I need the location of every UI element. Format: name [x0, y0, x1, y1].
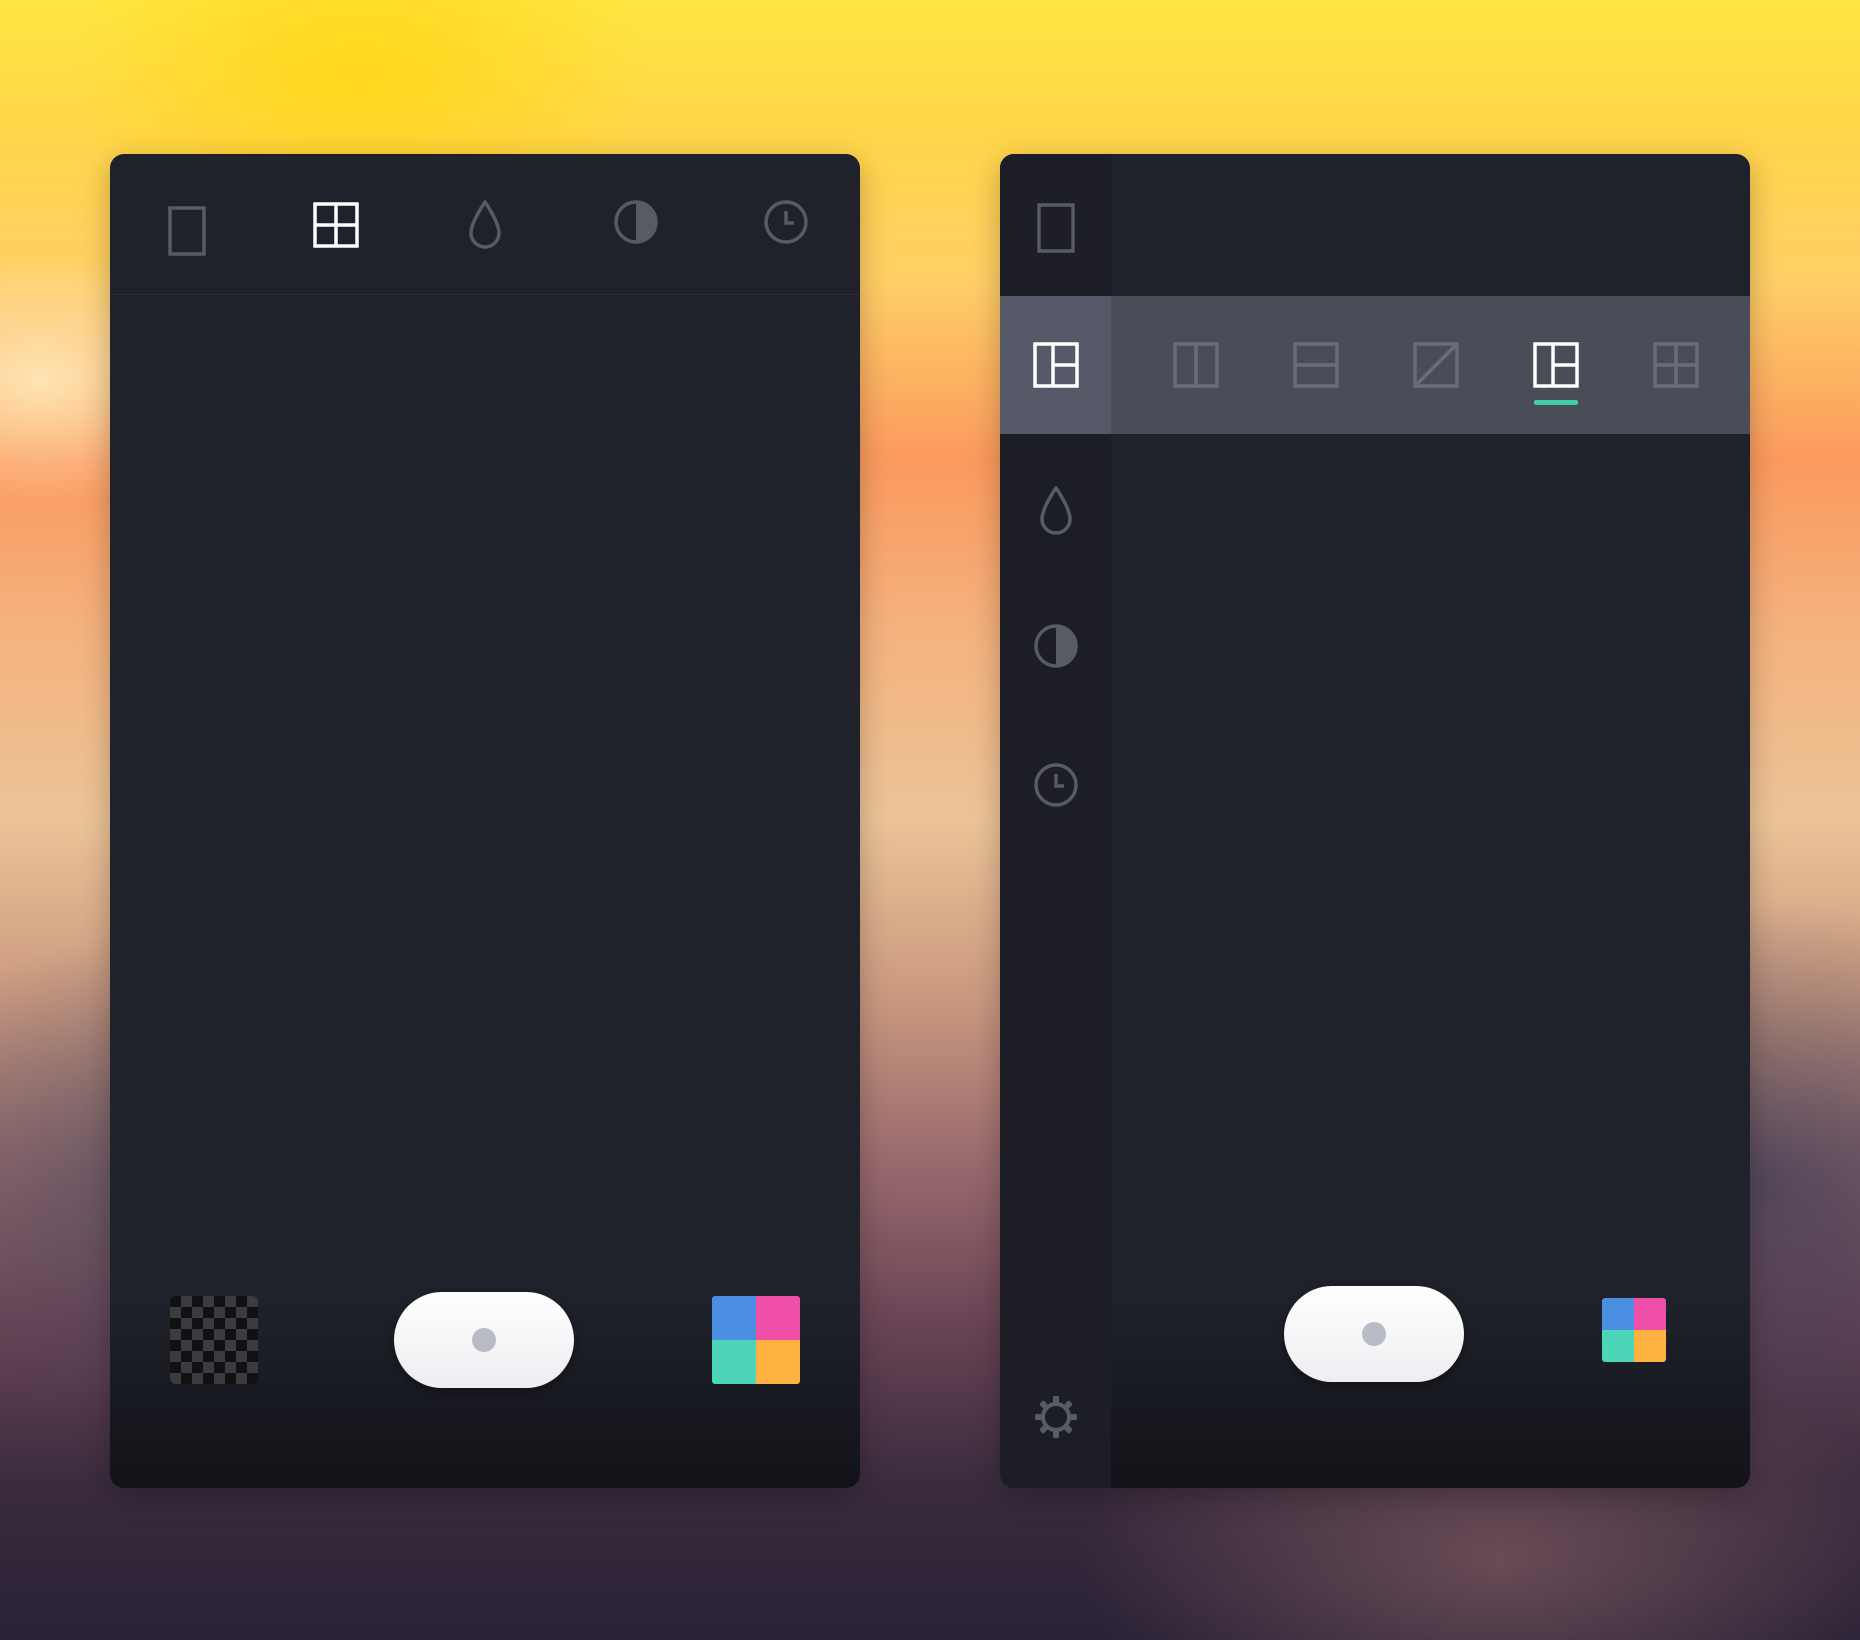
portrait-frame-icon[interactable] — [1036, 202, 1076, 254]
palette-swatch-teal — [1602, 1330, 1634, 1362]
layout-grid-2x2-icon[interactable] — [1653, 342, 1699, 388]
capture-button[interactable] — [1284, 1286, 1464, 1382]
checkerboard-thumbnail[interactable] — [170, 1296, 258, 1384]
contrast-icon[interactable] — [613, 199, 659, 245]
camera-panel-left — [110, 154, 860, 1488]
selected-layout-indicator — [1534, 400, 1578, 405]
droplet-icon[interactable] — [466, 198, 504, 252]
layout-options-bar — [1000, 296, 1750, 434]
grid-2x2-icon[interactable] — [313, 202, 359, 248]
active-mode-cell[interactable] — [1000, 296, 1111, 434]
capture-dot — [472, 1328, 496, 1352]
color-palette-icon[interactable] — [1602, 1298, 1666, 1362]
palette-swatch-blue — [1602, 1298, 1634, 1330]
mode-toolbar — [110, 154, 860, 295]
palette-swatch-orange — [756, 1340, 800, 1384]
palette-swatch-pink — [756, 1296, 800, 1340]
clock-icon[interactable] — [1033, 762, 1079, 808]
gear-icon[interactable] — [1033, 1394, 1079, 1440]
camera-panel-right — [1000, 154, 1750, 1488]
palette-swatch-teal — [712, 1340, 756, 1384]
clock-icon[interactable] — [763, 199, 809, 245]
layout-split-icon[interactable] — [1033, 342, 1079, 388]
layout-two-rows-icon[interactable] — [1293, 342, 1339, 388]
palette-swatch-orange — [1634, 1330, 1666, 1362]
contrast-icon[interactable] — [1033, 623, 1079, 669]
capture-dot — [1362, 1322, 1386, 1346]
palette-swatch-blue — [712, 1296, 756, 1340]
layout-one-plus-two-icon[interactable] — [1533, 342, 1579, 388]
layout-diagonal-icon[interactable] — [1413, 342, 1459, 388]
palette-swatch-pink — [1634, 1298, 1666, 1330]
droplet-icon[interactable] — [1037, 484, 1075, 538]
color-palette-icon[interactable] — [712, 1296, 800, 1384]
layout-two-columns-icon[interactable] — [1173, 342, 1219, 388]
portrait-frame-icon[interactable] — [167, 205, 207, 257]
capture-button[interactable] — [394, 1292, 574, 1388]
